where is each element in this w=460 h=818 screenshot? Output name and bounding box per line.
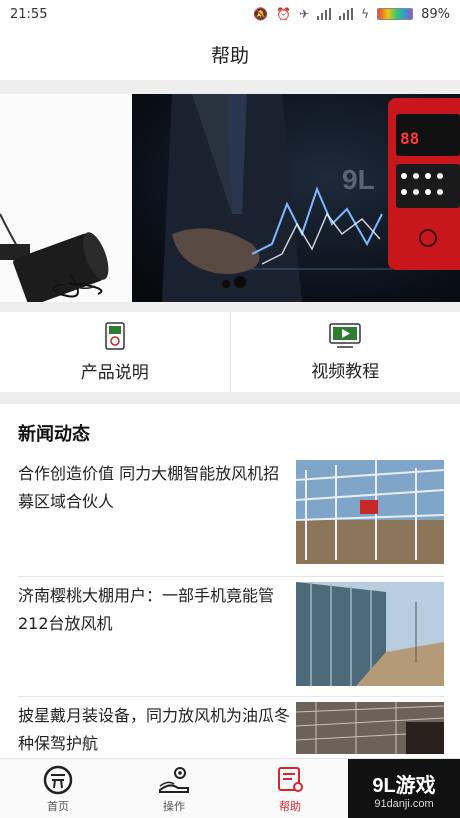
battery-icon	[377, 8, 414, 20]
divider	[0, 80, 460, 94]
tab-operation[interactable]: 操作	[116, 759, 232, 818]
tab-label: 帮助	[279, 799, 301, 813]
operation-gear-icon	[159, 766, 189, 793]
quick-links: 产品说明 视频教程	[0, 312, 460, 392]
watermark-main: 9L游戏	[372, 774, 436, 797]
divider	[18, 696, 444, 697]
tab-help[interactable]: 帮助	[232, 759, 348, 818]
signal-icon	[317, 8, 332, 20]
tab-label: 操作	[163, 799, 185, 813]
tab-label: 首页	[47, 799, 69, 813]
news-item[interactable]: 济南樱桃大棚用户：一部手机竟能管212台放风机	[18, 582, 444, 686]
banner-carousel[interactable]: 9L 88	[0, 94, 460, 302]
page-title: 帮助	[210, 44, 249, 67]
news-thumbnail	[296, 702, 444, 754]
divider	[0, 392, 460, 404]
banner-slide-controller[interactable]: 9L 88	[132, 94, 460, 302]
svg-text:88: 88	[400, 129, 419, 148]
mute-icon: 🔕	[253, 7, 269, 21]
quick-link-label: 视频教程	[311, 361, 380, 382]
divider	[0, 302, 460, 312]
status-time: 21:55	[10, 6, 48, 22]
watermark-logo: 9L游戏 91danji.com	[348, 759, 460, 818]
battery-level: 89%	[421, 6, 450, 22]
divider	[18, 576, 444, 577]
news-thumbnail	[296, 582, 444, 686]
watermark-sub: 91danji.com	[374, 797, 434, 810]
sensor-cable-image	[0, 213, 109, 302]
video-tutorial-button[interactable]: 视频教程	[231, 312, 460, 392]
svg-text:9L: 9L	[342, 164, 375, 195]
news-item-title: 披星戴月装设备，同力放风机为油瓜冬种保驾护航	[18, 706, 291, 753]
page-title-bar: 帮助	[0, 28, 460, 80]
alarm-icon: ⏰	[276, 7, 292, 21]
home-logo-icon	[43, 765, 73, 794]
news-item[interactable]: 披星戴月装设备，同力放风机为油瓜冬种保驾护航	[18, 702, 444, 754]
quick-link-label: 产品说明	[80, 362, 149, 383]
news-section: 新闻动态 合作创造价值 同力大棚智能放风机招募区域合伙人 济南樱桃大棚用户：一部…	[0, 404, 460, 754]
banner-slide-sensor[interactable]	[0, 94, 132, 302]
news-section-title: 新闻动态	[18, 424, 90, 445]
news-item[interactable]: 合作创造价值 同力大棚智能放风机招募区域合伙人	[18, 460, 444, 564]
wifi-off-icon: ✈	[299, 7, 310, 21]
signal-icon-2	[339, 8, 354, 20]
video-play-icon	[329, 322, 361, 348]
news-item-title: 济南樱桃大棚用户：一部手机竟能管212台放风机	[18, 586, 275, 633]
status-icons: 🔕 ⏰ ✈ ϟ 89%	[253, 7, 450, 22]
controller-promo-image: 9L 88	[162, 94, 460, 302]
device-icon	[105, 321, 125, 350]
bottom-tab-bar: 首页 操作 帮助 9L游戏 91danji.com	[0, 758, 460, 818]
help-book-icon	[278, 766, 303, 792]
charging-icon: ϟ	[361, 7, 370, 21]
status-bar: 21:55 🔕 ⏰ ✈ ϟ 89%	[0, 0, 460, 28]
product-manual-button[interactable]: 产品说明	[0, 312, 230, 392]
news-item-title: 合作创造价值 同力大棚智能放风机招募区域合伙人	[18, 464, 280, 511]
tab-home[interactable]: 首页	[0, 759, 116, 818]
news-thumbnail	[296, 460, 444, 564]
